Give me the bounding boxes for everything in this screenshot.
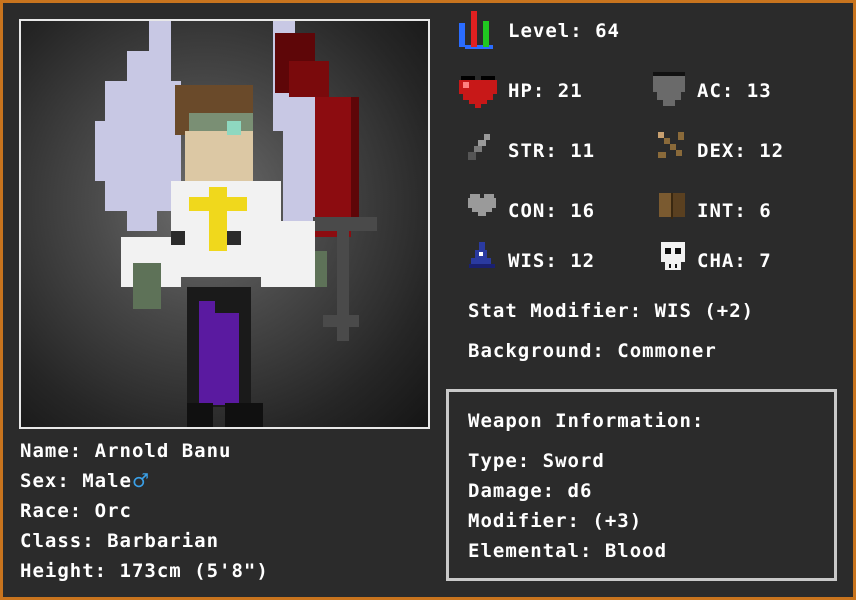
wis-value: WIS: 12: [508, 250, 596, 272]
level-value: Level: 64: [508, 20, 620, 42]
character-portrait: [19, 19, 430, 429]
sword-icon: [468, 134, 490, 160]
dex-value: DEX: 12: [697, 140, 785, 162]
bow-icon: [658, 132, 684, 158]
ac-value: AC: 13: [697, 80, 772, 102]
weapon-elemental: Elemental: Blood: [468, 540, 668, 562]
character-class: Class: Barbarian: [20, 530, 220, 552]
shield-icon: [653, 72, 685, 106]
heart-icon: [459, 76, 497, 108]
con-value: CON: 16: [508, 200, 596, 222]
weapon-modifier: Modifier: (+3): [468, 510, 643, 532]
wizard-hat-icon: [469, 242, 495, 268]
character-height: Height: 173cm (5'8"): [20, 560, 269, 582]
male-symbol-icon: ♂: [131, 470, 150, 492]
weapon-info-header: Weapon Information:: [468, 410, 705, 432]
int-value: INT: 6: [697, 200, 772, 222]
cha-value: CHA: 7: [697, 250, 772, 272]
character-name: Name: Arnold Banu: [20, 440, 232, 462]
book-icon: [659, 193, 685, 219]
grey-heart-icon: [468, 194, 496, 216]
str-value: STR: 11: [508, 140, 596, 162]
character-sex: Sex: Male♂: [20, 470, 150, 492]
level-bars-icon: [459, 11, 493, 49]
character-sprite: [95, 21, 377, 427]
background: Background: Commoner: [468, 340, 717, 362]
hp-value: HP: 21: [508, 80, 583, 102]
stat-modifier: Stat Modifier: WIS (+2): [468, 300, 755, 322]
sex-label: Sex: Male: [20, 470, 132, 492]
character-race: Race: Orc: [20, 500, 132, 522]
weapon-type: Type: Sword: [468, 450, 605, 472]
skull-icon: [661, 242, 685, 270]
weapon-damage: Damage: d6: [468, 480, 593, 502]
